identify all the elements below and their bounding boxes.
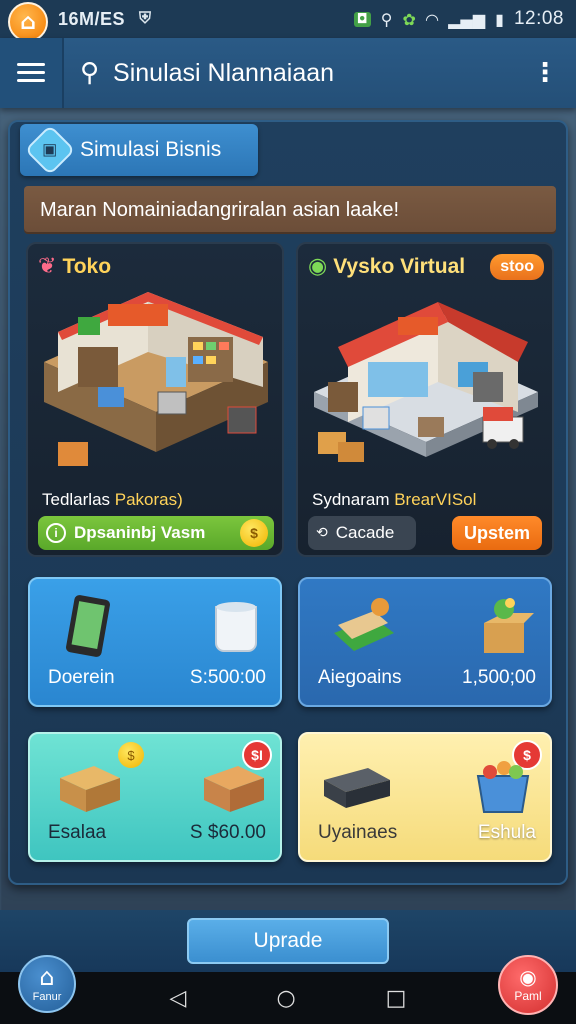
virtual-shop-illustration	[314, 302, 538, 462]
wifi-icon: ◠	[425, 9, 439, 29]
item-tile-esalaa[interactable]: $ $I Esalaa S $60.00	[28, 732, 282, 862]
item-name: Doerein	[48, 667, 115, 688]
info-banner: Maran Nomainiadangriralan asian laake!	[24, 186, 556, 234]
app-logo-icon: ⌂	[8, 2, 48, 42]
more-vert-icon[interactable]: ⋮	[532, 58, 558, 88]
card-subtitle: Sydnaram BrearVISol	[312, 490, 476, 510]
hamburger-menu-button[interactable]	[0, 38, 64, 108]
subtitle-plain: Tedlarlas	[42, 490, 115, 509]
card-title: Vysko Virtual	[333, 254, 466, 278]
notification-icon: ◘	[353, 11, 371, 27]
box-icon	[60, 766, 264, 812]
item-tile-doerein[interactable]: Doerein S:500:00	[28, 577, 282, 707]
home-circle-icon[interactable]: ○	[276, 986, 295, 1011]
house-icon: ⌂	[39, 963, 55, 991]
toko-action-button[interactable]: i Dpsaninbj Vasm $	[38, 516, 274, 550]
item-price: Eshula	[477, 822, 536, 843]
home-label: Fanur	[32, 991, 62, 1003]
feature-card-virtual[interactable]: ◉ Vysko Virtual stoo Sydnaram BrearVISol…	[296, 242, 554, 557]
tab-simulasi-bisnis[interactable]: ▣ Simulasi Bisnis	[20, 124, 258, 176]
briefcase-icon: ▣	[24, 124, 76, 176]
panel-button[interactable]: ◉ Paml	[498, 955, 558, 1015]
feature-card-toko[interactable]: ❦ Toko Tedlarlas Pakoras) i Dpsaninbj Va…	[26, 242, 284, 557]
app-bar: ⚲ Sinulasi Nlannaiaan ⋮	[0, 38, 576, 108]
item-tile-uyainaes[interactable]: $ Uyainaes Eshula	[298, 732, 552, 862]
subtitle-plain: Sydnaram	[312, 490, 395, 509]
item-tile-aiegoains[interactable]: Aiegoains 1,500;00	[298, 577, 552, 707]
people-icon: ❦	[38, 254, 57, 279]
card-header: ◉ Vysko Virtual	[308, 254, 465, 279]
cacade-button[interactable]: ⟲ Cacade	[308, 516, 416, 550]
back-icon[interactable]: ◁	[170, 986, 187, 1011]
carrier-label: 16M/ES	[58, 8, 126, 29]
panel-label: Paml	[514, 989, 542, 1003]
tablet-icon	[66, 595, 257, 657]
card-header: ❦ Toko	[38, 254, 111, 279]
upstem-button[interactable]: Upstem	[452, 516, 542, 550]
tab-label: Simulasi Bisnis	[80, 138, 222, 161]
stamp-machine-icon	[334, 598, 534, 653]
card-subtitle: Tedlarlas Pakoras)	[42, 490, 183, 510]
info-icon: i	[46, 523, 66, 543]
leaf-icon: ✿	[402, 9, 416, 29]
price-badge: stoo	[490, 254, 544, 280]
status-bar: ⌂ 16M/ES ⛨ ◘ ⚲ ✿ ◠ ▂▄▆ ▮ 12:08	[0, 0, 576, 42]
item-name: Uyainaes	[318, 822, 398, 843]
status-icons: ◘ ⚲ ✿ ◠ ▂▄▆ ▮ 12:08	[353, 8, 564, 30]
card-title: Toko	[62, 254, 112, 278]
refresh-icon: ⟲	[316, 525, 328, 541]
subtitle-highlight: Pakoras)	[114, 490, 183, 509]
item-name: Aiegoains	[318, 667, 402, 688]
item-price: S:500:00	[189, 667, 266, 688]
recents-icon[interactable]: □	[386, 986, 407, 1011]
briefcase-basket-icon	[324, 761, 530, 813]
item-price: S $60.00	[189, 822, 266, 843]
button-label: Cacade	[335, 523, 395, 542]
button-label: Dpsaninbj Vasm	[74, 523, 206, 542]
location-icon: ⚲	[380, 9, 393, 29]
coin-icon: $	[240, 519, 268, 547]
target-icon: ◉	[519, 965, 537, 989]
item-price: 1,500;00	[462, 667, 536, 688]
system-nav-bar: ◁ ○ □	[0, 972, 576, 1024]
home-button[interactable]: ⌂ Fanur	[18, 955, 76, 1013]
check-circle-icon: ◉	[308, 254, 328, 279]
hamburger-icon	[17, 63, 45, 83]
clock: 12:08	[513, 8, 564, 29]
item-name: Esalaa	[48, 822, 107, 843]
simulation-panel: ▣ Simulasi Bisnis Maran Nomainiadangrira…	[8, 120, 568, 885]
store-illustration	[44, 292, 268, 466]
battery-icon: ▮	[495, 9, 504, 29]
subtitle-highlight: BrearVISol	[394, 490, 477, 509]
shield-icon: ⛨	[139, 10, 152, 27]
app-title: Sinulasi Nlannaiaan	[113, 58, 335, 87]
signal-icon: ▂▄▆	[448, 9, 486, 29]
upgrade-button[interactable]: Uprade	[187, 918, 389, 964]
search-icon[interactable]: ⚲	[80, 58, 99, 88]
